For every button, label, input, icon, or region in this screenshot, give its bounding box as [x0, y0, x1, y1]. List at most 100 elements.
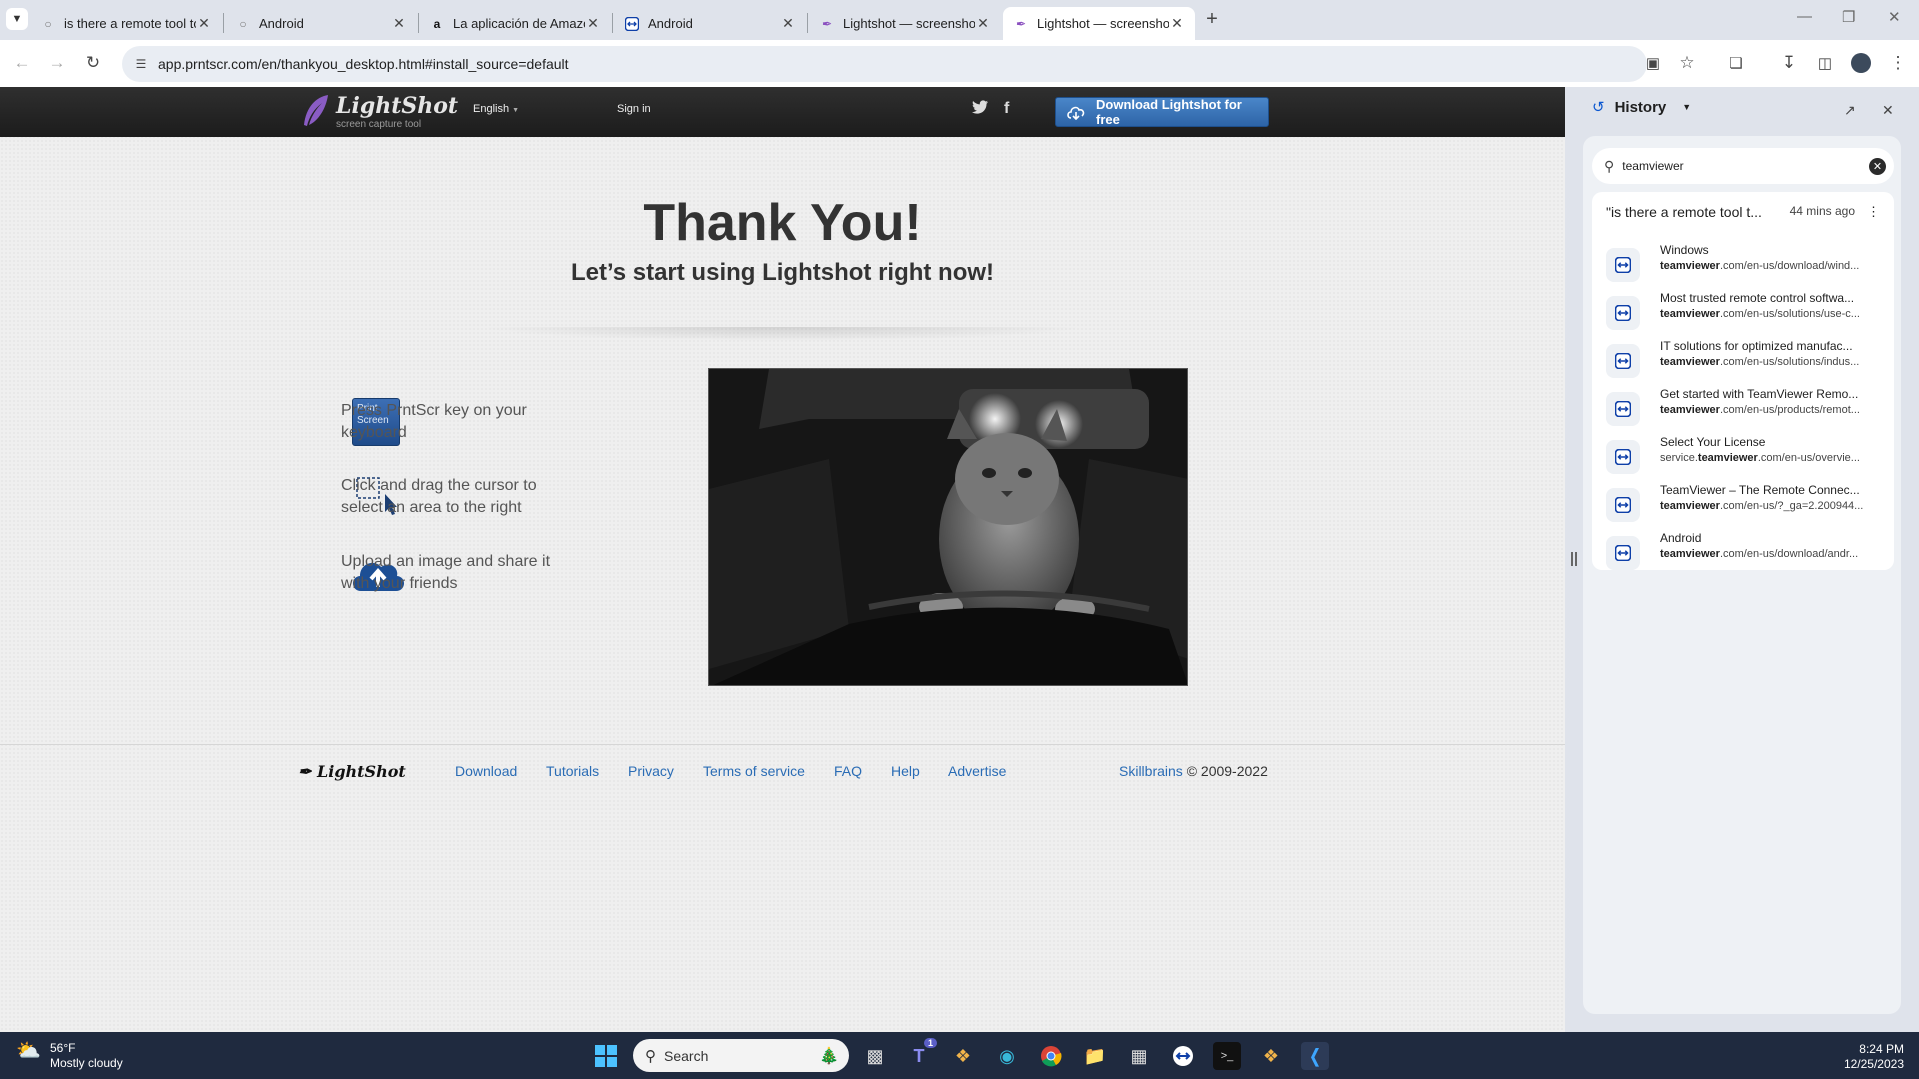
history-item[interactable]: Windows teamviewer.com/en-us/download/wi… — [1606, 240, 1886, 284]
tab-search-button[interactable]: ▼ — [6, 8, 28, 30]
history-icon: ↺ — [1592, 99, 1605, 116]
close-tab-icon[interactable]: ✕ — [391, 15, 407, 32]
vscode-icon[interactable]: ❬ — [1301, 1042, 1329, 1070]
browser-tab[interactable]: ○ is there a remote tool to remot ✕ — [30, 7, 222, 40]
search-value: teamviewer — [1622, 159, 1684, 173]
footer-link-terms[interactable]: Terms of service — [703, 763, 805, 779]
history-item-url: teamviewer.com/en-us/download/andr... — [1660, 548, 1859, 560]
extensions-icon[interactable]: ❏ — [1723, 50, 1749, 76]
footer-link-faq[interactable]: FAQ — [834, 763, 862, 779]
browser-tab[interactable]: a La aplicación de Amazon ✕ — [419, 7, 611, 40]
browser-tab[interactable]: Android ✕ — [614, 7, 806, 40]
footer-logo[interactable]: ✒ LightShot — [298, 762, 406, 781]
site-info-icon[interactable]: ☰ — [126, 57, 156, 71]
teamviewer-icon — [1606, 440, 1640, 474]
close-window-icon[interactable]: ✕ — [1888, 8, 1901, 26]
teamviewer-icon — [1606, 488, 1640, 522]
close-panel-icon[interactable]: ✕ — [1882, 102, 1894, 119]
history-item[interactable]: Get started with TeamViewer Remo... team… — [1606, 384, 1886, 428]
browser-tab[interactable]: ✒ Lightshot — screenshot tool fo ✕ — [809, 7, 1001, 40]
copyright: Skillbrains © 2009-2022 — [1119, 763, 1268, 779]
logo-tagline: screen capture tool — [336, 119, 422, 130]
install-app-icon[interactable]: ▣ — [1640, 50, 1666, 76]
teamviewer-icon[interactable] — [1169, 1042, 1197, 1070]
footer-link-download[interactable]: Download — [455, 763, 517, 779]
footer-link-help[interactable]: Help — [891, 763, 920, 779]
history-panel-selector[interactable]: ↺ History ▼ — [1592, 98, 1691, 117]
restore-icon[interactable]: ❐ — [1842, 8, 1855, 26]
more-options-icon[interactable]: ⋮ — [1867, 204, 1880, 220]
windows-start-icon[interactable] — [592, 1042, 620, 1070]
downloads-icon[interactable]: ↧ — [1776, 50, 1802, 76]
language-select[interactable]: English ▼ — [473, 103, 519, 115]
footer-link-privacy[interactable]: Privacy — [628, 763, 674, 779]
history-item[interactable]: Android teamviewer.com/en-us/download/an… — [1606, 528, 1886, 572]
history-item-title: Most trusted remote control softwa... — [1660, 291, 1855, 305]
open-in-new-tab-icon[interactable]: ↗ — [1844, 102, 1856, 119]
tab-title: Android — [259, 16, 304, 31]
chrome-icon[interactable] — [1037, 1042, 1065, 1070]
history-item[interactable]: TeamViewer – The Remote Connec... teamvi… — [1606, 480, 1886, 524]
close-tab-icon[interactable]: ✕ — [196, 15, 212, 32]
history-item-title: Windows — [1660, 243, 1709, 257]
history-group-header[interactable]: "is there a remote tool t... 44 mins ago… — [1606, 204, 1880, 220]
divider — [480, 327, 1085, 341]
footer-link-advertise[interactable]: Advertise — [948, 763, 1006, 779]
close-tab-icon[interactable]: ✕ — [1169, 15, 1185, 32]
copyright-years: © 2009-2022 — [1186, 763, 1268, 779]
teamviewer-icon — [1606, 248, 1640, 282]
history-item[interactable]: Select Your License service.teamviewer.c… — [1606, 432, 1886, 476]
terminal-icon[interactable]: >_ — [1213, 1042, 1241, 1070]
side-panel-resize-handle[interactable] — [1571, 552, 1577, 566]
side-panel-icon[interactable]: ◫ — [1812, 50, 1838, 76]
teamviewer-icon — [1606, 296, 1640, 330]
weather-widget[interactable]: ⛅ 56°F Mostly cloudy — [16, 1041, 123, 1071]
back-icon[interactable]: ← — [9, 50, 35, 76]
git-icon[interactable]: ❖ — [949, 1042, 977, 1070]
forward-icon[interactable]: → — [44, 50, 70, 76]
footer-divider — [0, 744, 1565, 745]
taskbar-search[interactable]: ⚲ Search 🎄 — [633, 1039, 849, 1072]
taskbar-clock[interactable]: 8:24 PM 12/25/2023 — [1820, 1042, 1904, 1072]
edge-icon[interactable]: ◉ — [993, 1042, 1021, 1070]
step-1-text: Press PrntScr key on your keyboard — [341, 402, 527, 441]
menu-icon[interactable]: ⋮ — [1885, 50, 1911, 76]
teams-icon[interactable]: T1 — [905, 1038, 937, 1070]
file-explorer-icon[interactable]: 📁 — [1081, 1042, 1109, 1070]
clock-date: 12/25/2023 — [1843, 1057, 1904, 1071]
facebook-icon[interactable]: f — [1004, 100, 1009, 118]
sign-in-link[interactable]: Sign in — [617, 103, 651, 115]
tab-title: is there a remote tool to remot — [64, 16, 196, 31]
profile-avatar[interactable] — [1848, 50, 1874, 76]
download-lightshot-button[interactable]: Download Lightshot for free — [1055, 97, 1269, 127]
close-tab-icon[interactable]: ✕ — [975, 15, 991, 32]
address-bar[interactable]: ☰ app.prntscr.com/en/thankyou_desktop.ht… — [122, 46, 1647, 82]
url-text: app.prntscr.com/en/thankyou_desktop.html… — [158, 56, 569, 72]
history-item[interactable]: Most trusted remote control softwa... te… — [1606, 288, 1886, 332]
google-icon: ○ — [44, 16, 52, 31]
twitter-icon[interactable] — [972, 100, 989, 120]
browser-tab[interactable]: ○ Android ✕ — [225, 7, 417, 40]
reload-icon[interactable]: ↻ — [80, 50, 106, 76]
history-title: History — [1614, 98, 1667, 116]
clock-time: 8:24 PM — [1859, 1042, 1904, 1056]
globe-icon: ○ — [239, 16, 247, 31]
skillbrains-link[interactable]: Skillbrains — [1119, 763, 1183, 779]
bookmark-star-icon[interactable]: ☆ — [1674, 50, 1700, 76]
close-tab-icon[interactable]: ✕ — [780, 15, 796, 32]
task-view-icon[interactable]: ▩ — [861, 1042, 889, 1070]
clear-search-icon[interactable]: ✕ — [1869, 157, 1886, 175]
history-search-input[interactable]: ⚲ teamviewer ✕ — [1592, 148, 1894, 184]
history-item-url: teamviewer.com/en-us/download/wind... — [1660, 260, 1860, 272]
search-icon: ⚲ — [1604, 157, 1615, 174]
close-tab-icon[interactable]: ✕ — [585, 15, 601, 32]
minimize-icon[interactable]: — — [1797, 8, 1812, 25]
teamviewer-icon — [624, 16, 640, 32]
history-item-title: IT solutions for optimized manufac... — [1660, 339, 1853, 353]
browser-tab-active[interactable]: ✒ Lightshot — screenshot tool fo ✕ — [1003, 7, 1195, 40]
footer-link-tutorials[interactable]: Tutorials — [546, 763, 599, 779]
history-item[interactable]: IT solutions for optimized manufac... te… — [1606, 336, 1886, 380]
new-tab-button[interactable]: + — [1200, 8, 1224, 32]
git-icon[interactable]: ❖ — [1257, 1042, 1285, 1070]
store-icon[interactable]: ▦ — [1125, 1042, 1153, 1070]
